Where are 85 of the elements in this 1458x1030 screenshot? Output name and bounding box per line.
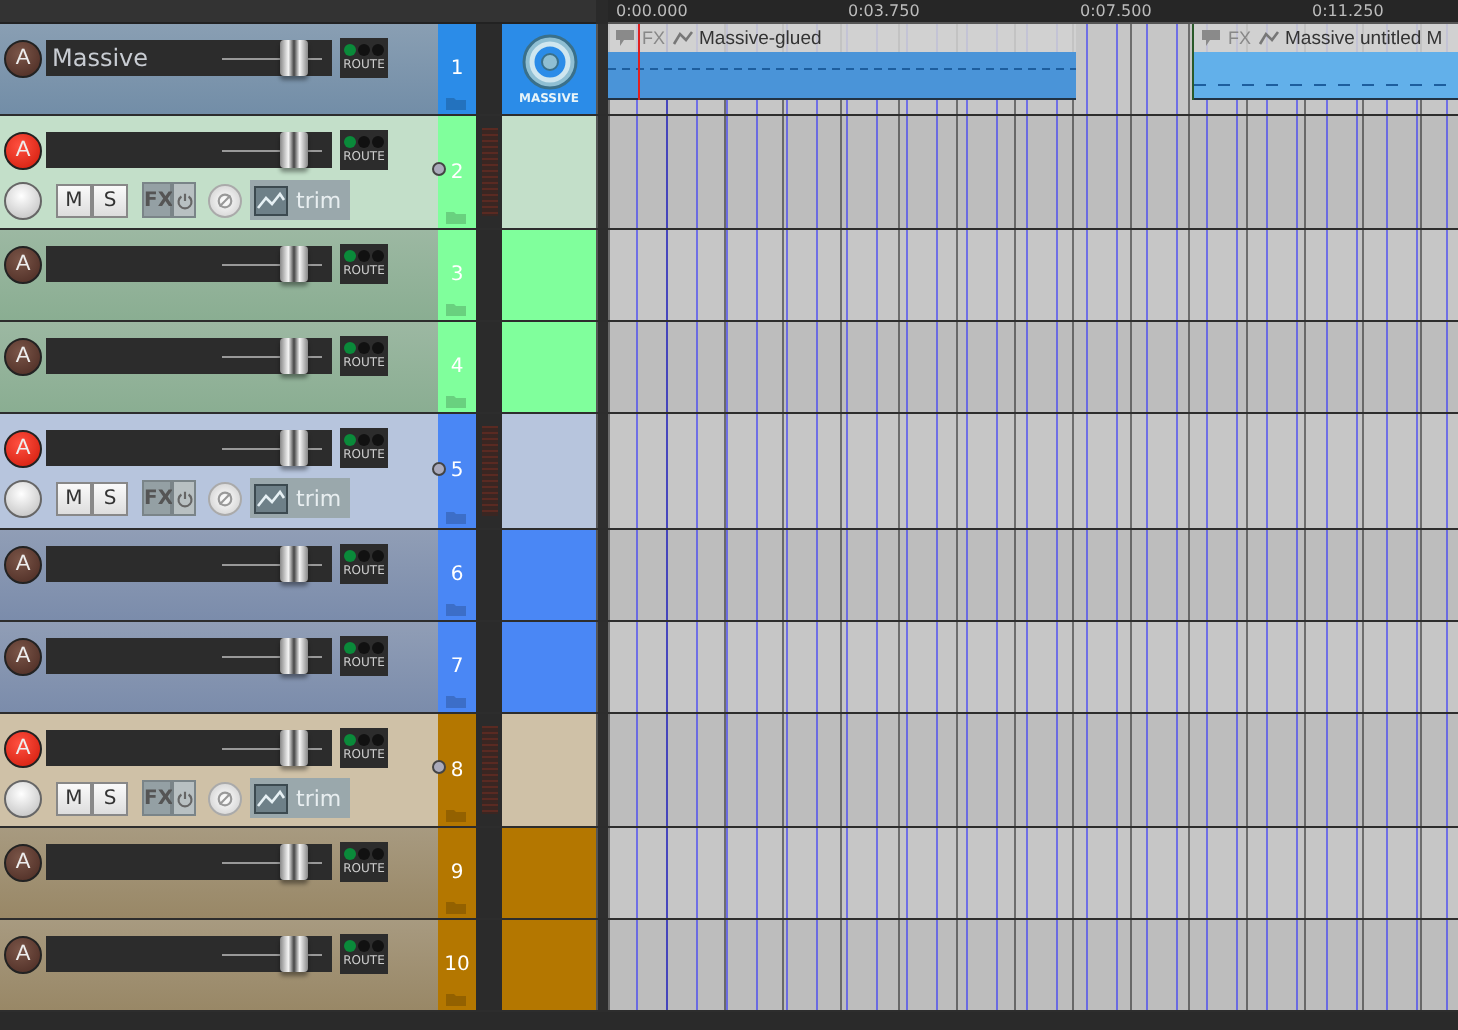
track-number-label: 3 <box>450 264 464 286</box>
track-number-label: 5 <box>450 460 464 482</box>
fader-thumb[interactable] <box>280 546 308 582</box>
media-item[interactable]: FX Massive-glued <box>608 24 1076 100</box>
fader-thumb[interactable] <box>280 638 308 674</box>
record-arm-button[interactable]: A <box>4 843 42 881</box>
track-number-label: 10 <box>444 954 470 976</box>
pan-knob[interactable] <box>4 181 42 219</box>
pan-knob[interactable] <box>4 779 42 817</box>
fx-bypass-button[interactable] <box>172 182 196 218</box>
track-number[interactable]: 9 <box>438 828 476 918</box>
mute-button[interactable]: M <box>56 781 92 815</box>
speech-bubble-icon <box>1200 28 1222 48</box>
solo-button[interactable]: S <box>92 781 128 815</box>
item-name[interactable]: Massive-glued <box>699 27 822 49</box>
power-icon <box>175 489 193 507</box>
solo-button[interactable]: S <box>92 481 128 515</box>
fader-thumb[interactable] <box>280 430 308 466</box>
timeline-ruler[interactable]: 0:00.000 0:03.750 0:07.500 0:11.250 <box>608 0 1458 24</box>
fader-thumb[interactable] <box>280 40 308 76</box>
solo-button[interactable]: S <box>92 183 128 217</box>
phase-icon <box>216 789 234 807</box>
record-arm-button[interactable]: A <box>4 545 42 583</box>
envelope-icon <box>671 28 694 48</box>
play-cursor <box>638 24 640 100</box>
envelope-icon <box>254 783 288 813</box>
ruler-time-label: 0:11.250 <box>1312 2 1384 22</box>
track-number-label: 1 <box>450 58 464 80</box>
ruler-time-label: 0:03.750 <box>848 2 920 22</box>
fader-thumb[interactable] <box>280 730 308 766</box>
track-number-label: 8 <box>450 759 464 781</box>
volume-fader[interactable] <box>222 132 322 168</box>
fx-bypass-button[interactable] <box>172 780 196 816</box>
media-item[interactable]: FX Massive untitled M <box>1192 24 1458 100</box>
volume-fader[interactable] <box>222 844 322 880</box>
ruler-time-label: 0:07.500 <box>1080 2 1152 22</box>
record-arm-button[interactable]: A <box>4 637 42 675</box>
ruler-time-label: 0:00.000 <box>616 2 688 22</box>
volume-fader[interactable] <box>222 246 322 282</box>
record-arm-button[interactable]: A <box>4 245 42 283</box>
item-name[interactable]: Massive untitled M <box>1285 27 1443 49</box>
volume-fader[interactable] <box>222 546 322 582</box>
power-icon <box>175 789 193 807</box>
pan-knob[interactable] <box>4 479 42 517</box>
track-number[interactable]: 10 <box>438 920 476 1010</box>
record-arm-button[interactable]: A <box>4 39 42 77</box>
volume-fader[interactable] <box>222 638 322 674</box>
folder-connector-icon <box>432 461 446 475</box>
phase-invert-button[interactable] <box>208 481 242 515</box>
volume-fader[interactable] <box>222 430 322 466</box>
volume-fader[interactable] <box>222 936 322 972</box>
speech-bubble-icon <box>614 28 636 48</box>
fader-thumb[interactable] <box>280 132 308 168</box>
level-meter <box>481 128 497 216</box>
phase-invert-button[interactable] <box>208 183 242 217</box>
folder-connector-icon <box>432 760 446 774</box>
fader-thumb[interactable] <box>280 844 308 880</box>
track-number-label: 2 <box>450 161 464 183</box>
level-meter <box>481 726 497 814</box>
phase-icon <box>216 191 234 209</box>
envelope-icon <box>254 185 288 215</box>
volume-fader[interactable] <box>222 730 322 766</box>
track-number-label: 4 <box>450 356 464 378</box>
record-arm-button[interactable]: A <box>4 337 42 375</box>
phase-icon <box>216 489 234 507</box>
track-lane[interactable]: FX Massive-glued FX Massive untitled M <box>608 24 1458 114</box>
volume-fader[interactable] <box>222 338 322 374</box>
power-icon <box>175 191 193 209</box>
track-number-label: 7 <box>450 656 464 678</box>
mute-button[interactable]: M <box>56 183 92 217</box>
envelope-icon <box>1257 28 1280 48</box>
record-arm-button[interactable]: A <box>4 935 42 973</box>
track-number-label: 6 <box>450 564 464 586</box>
fader-thumb[interactable] <box>280 338 308 374</box>
fx-bypass-button[interactable] <box>172 480 196 516</box>
phase-invert-button[interactable] <box>208 781 242 815</box>
track-number[interactable]: 8 <box>438 714 476 826</box>
fader-thumb[interactable] <box>280 246 308 282</box>
track-number-label: 9 <box>450 862 464 884</box>
folder-connector-icon <box>432 162 446 176</box>
fader-thumb[interactable] <box>280 936 308 972</box>
envelope-icon <box>254 483 288 513</box>
volume-fader[interactable] <box>222 40 322 76</box>
level-meter <box>481 426 497 516</box>
mute-button[interactable]: M <box>56 481 92 515</box>
